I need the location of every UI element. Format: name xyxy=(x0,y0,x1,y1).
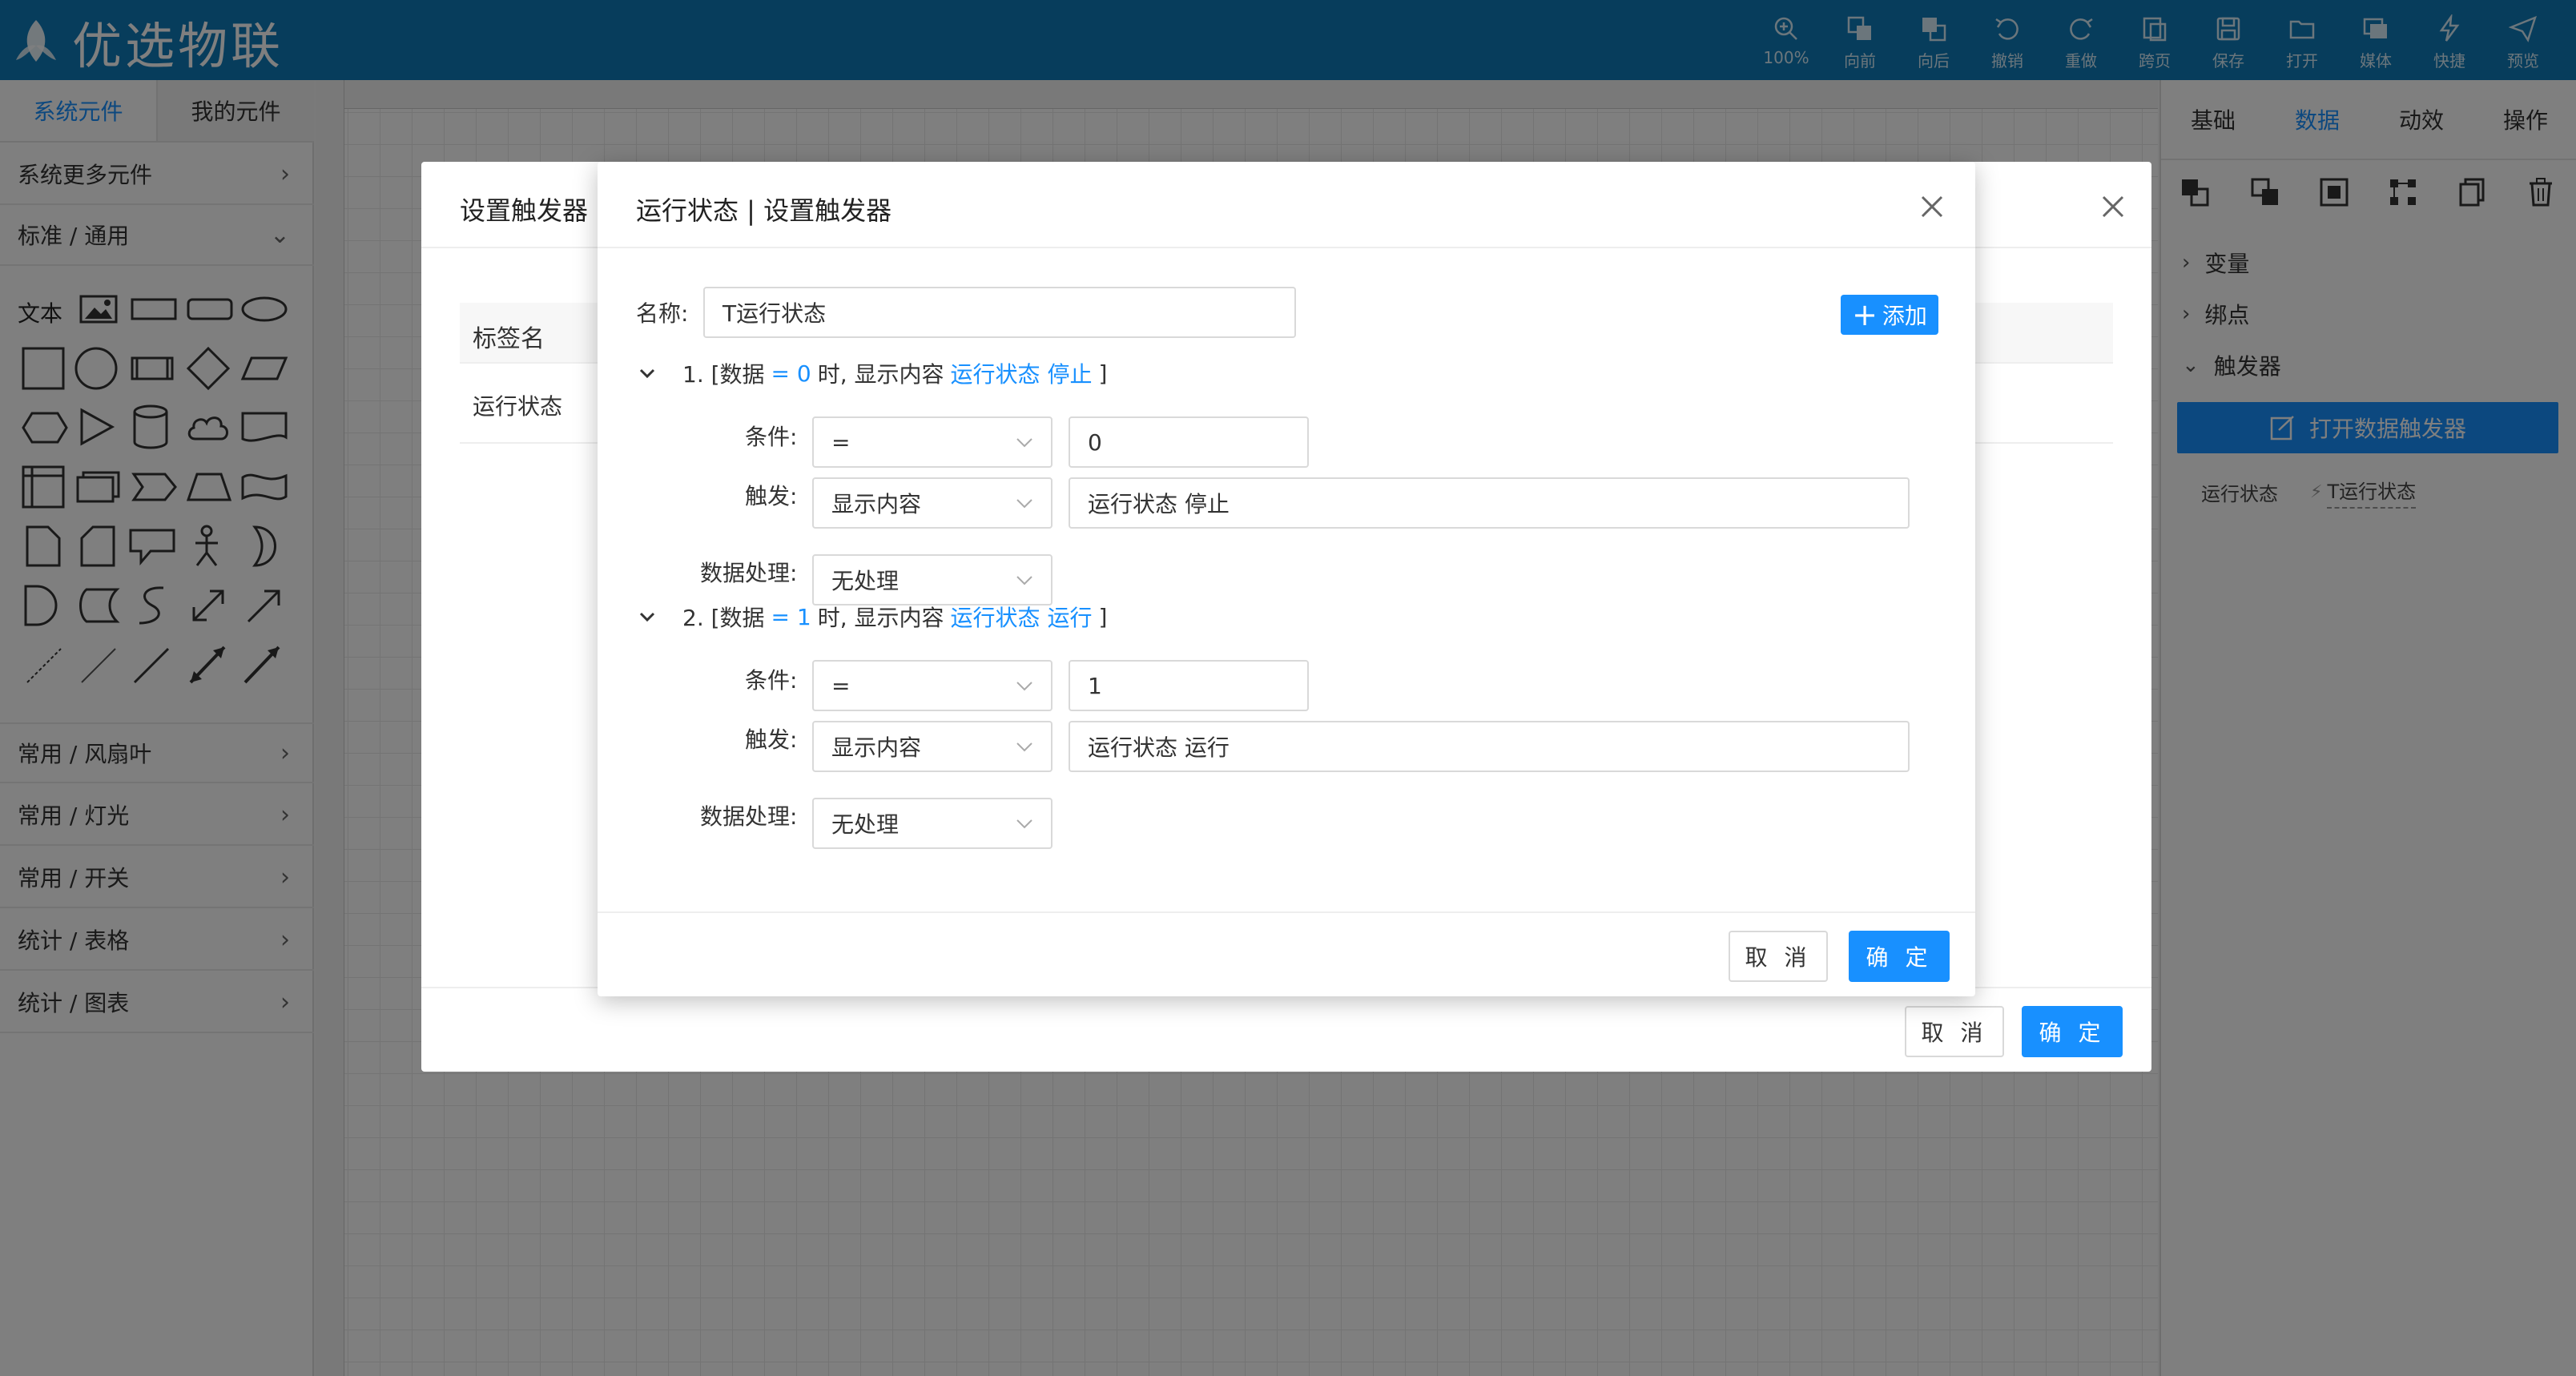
cancel-button[interactable]: 取 消 xyxy=(1905,1006,2004,1057)
chevron-down-icon xyxy=(1016,742,1032,752)
condition-label: 条件: xyxy=(745,667,798,694)
dialog-title: 设置触发器 xyxy=(460,195,589,226)
name-label: 名称: xyxy=(636,300,689,327)
trigger-content-input[interactable]: 运行状态 停止 xyxy=(1069,477,1910,529)
rule-1-header[interactable]: 1. [数据 = 0 时, 显示内容 运行状态 停止 ] xyxy=(636,357,1107,389)
chevron-down-icon[interactable] xyxy=(636,606,658,628)
chevron-down-icon xyxy=(1016,819,1032,829)
condition-value-input[interactable]: 0 xyxy=(1069,416,1309,468)
trigger-label: 触发: xyxy=(745,726,798,753)
dialog-title: 运行状态 | 设置触发器 xyxy=(636,195,892,226)
trigger-label: 触发: xyxy=(745,483,798,509)
add-rule-button[interactable]: + 添加 xyxy=(1841,295,1938,335)
condition-label: 条件: xyxy=(745,424,798,450)
condition-value-input[interactable]: 1 xyxy=(1069,660,1309,711)
confirm-button[interactable]: 确 定 xyxy=(1849,931,1950,982)
close-icon[interactable] xyxy=(2097,191,2129,223)
chevron-down-icon xyxy=(1016,438,1032,448)
cancel-button[interactable]: 取 消 xyxy=(1729,931,1828,982)
chevron-down-icon[interactable] xyxy=(636,362,658,384)
chevron-down-icon xyxy=(1016,499,1032,509)
dialog-header: 运行状态 | 设置触发器 xyxy=(598,162,1975,248)
processing-select[interactable]: 无处理 xyxy=(812,554,1053,606)
chevron-down-icon xyxy=(1016,682,1032,691)
trigger-action-select[interactable]: 显示内容 xyxy=(812,477,1053,529)
chevron-down-icon xyxy=(1016,576,1032,585)
trigger-action-select[interactable]: 显示内容 xyxy=(812,721,1053,772)
name-input[interactable]: T运行状态 xyxy=(703,287,1296,338)
column-tag-name: 标签名 xyxy=(473,325,545,353)
tag-name-cell: 运行状态 xyxy=(473,393,563,420)
processing-label: 数据处理: xyxy=(700,560,798,586)
trigger-content-input[interactable]: 运行状态 运行 xyxy=(1069,721,1910,772)
trigger-editor-dialog: 运行状态 | 设置触发器 名称: T运行状态 + 添加 1. [数据 = 0 时,… xyxy=(598,162,1975,996)
close-icon[interactable] xyxy=(1916,191,1948,223)
condition-operator-select[interactable]: = xyxy=(812,660,1053,711)
rule-2-header[interactable]: 2. [数据 = 1 时, 显示内容 运行状态 运行 ] xyxy=(636,601,1107,633)
dialog-footer-divider xyxy=(598,911,1975,913)
condition-operator-select[interactable]: = xyxy=(812,416,1053,468)
processing-label: 数据处理: xyxy=(700,803,798,830)
confirm-button[interactable]: 确 定 xyxy=(2022,1006,2123,1057)
processing-select[interactable]: 无处理 xyxy=(812,798,1053,849)
plus-icon: + xyxy=(1852,297,1878,332)
